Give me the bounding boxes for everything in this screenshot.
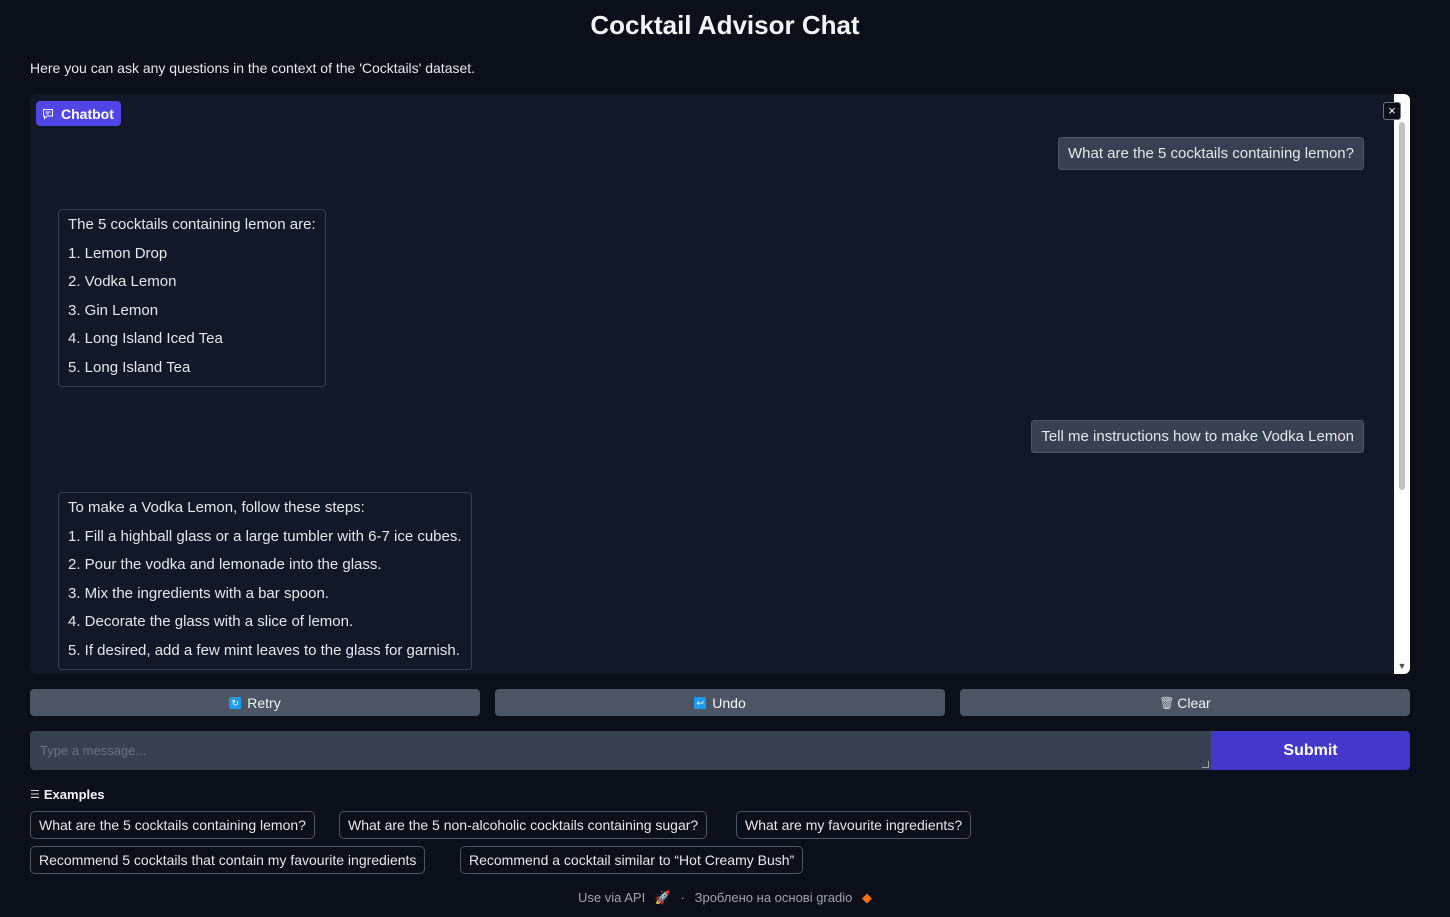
- bot-message-line: 5. If desired, add a few mint leaves to …: [68, 641, 460, 659]
- bot-message-line: 2. Pour the vodka and lemonade into the …: [68, 556, 382, 574]
- page-description: Here you can ask any questions in the co…: [30, 60, 476, 76]
- message-input[interactable]: [30, 731, 1211, 770]
- user-message: Tell me instructions how to make Vodka L…: [1031, 420, 1364, 453]
- bot-message: To make a Vodka Lemon, follow these step…: [58, 492, 472, 670]
- undo-icon: ↩: [694, 696, 707, 709]
- example-button[interactable]: Recommend a cocktail similar to “Hot Cre…: [460, 846, 804, 874]
- chat-scrollbar-thumb[interactable]: [1399, 122, 1405, 490]
- footer: Use via API 🚀 · Зроблено на основі gradi…: [0, 890, 1450, 906]
- retry-button[interactable]: ↻ Retry: [30, 689, 480, 716]
- retry-button-label: Retry: [247, 694, 281, 711]
- example-button[interactable]: What are the 5 cocktails containing lemo…: [30, 811, 315, 839]
- user-message: What are the 5 cocktails containing lemo…: [1058, 137, 1364, 170]
- close-icon[interactable]: ×: [1383, 102, 1401, 120]
- list-icon: ☰: [30, 789, 40, 801]
- undo-button[interactable]: ↩ Undo: [495, 689, 945, 716]
- user-message-text: What are the 5 cocktails containing lemo…: [1068, 145, 1354, 162]
- bot-message-line: 3. Gin Lemon: [68, 301, 159, 319]
- chat-scrollbar[interactable]: ▼: [1394, 94, 1410, 674]
- rocket-icon: 🚀: [654, 890, 672, 905]
- bot-message-line: 4. Decorate the glass with a slice of le…: [68, 613, 354, 631]
- example-button[interactable]: What are the 5 non-alcoholic cocktails c…: [339, 811, 708, 839]
- bot-message-line: 5. Long Island Tea: [68, 358, 191, 376]
- clear-button[interactable]: 🗑 Clear: [960, 689, 1410, 716]
- examples-header: ☰ Examples: [30, 787, 105, 802]
- bot-message-line: To make a Vodka Lemon, follow these step…: [68, 499, 365, 516]
- bot-message-line: 1. Lemon Drop: [68, 244, 168, 262]
- example-button[interactable]: What are my favourite ingredients?: [736, 811, 972, 839]
- user-message-text: Tell me instructions how to make Vodka L…: [1041, 428, 1354, 445]
- built-with-gradio-link[interactable]: Зроблено на основі gradio: [695, 890, 853, 905]
- bot-message-line: 3. Mix the ingredients with a bar spoon.: [68, 584, 329, 602]
- bot-message-line: 4. Long Island Iced Tea: [68, 330, 223, 348]
- undo-button-label: Undo: [712, 694, 746, 711]
- chatbot-label-text: Chatbot: [61, 105, 114, 122]
- examples-label: Examples: [43, 787, 105, 802]
- page-title: Cocktail Advisor Chat: [590, 10, 860, 40]
- bot-message-line: The 5 cocktails containing lemon are:: [68, 216, 316, 233]
- bot-message: The 5 cocktails containing lemon are: 1.…: [58, 209, 326, 387]
- bot-message-line: 1. Fill a highball glass or a large tumb…: [68, 527, 462, 545]
- footer-separator: ·: [680, 890, 685, 905]
- bot-message-line: 2. Vodka Lemon: [68, 273, 177, 291]
- example-button[interactable]: Recommend 5 cocktails that contain my fa…: [30, 846, 426, 874]
- retry-icon: ↻: [229, 696, 242, 709]
- resize-handle[interactable]: [1202, 761, 1209, 768]
- use-via-api-link[interactable]: Use via API: [578, 890, 645, 905]
- chevron-down-icon[interactable]: ▼: [1397, 661, 1407, 671]
- trash-icon: 🗑: [1159, 695, 1175, 710]
- clear-button-label: Clear: [1177, 694, 1211, 711]
- gradio-logo-icon: ◆: [861, 890, 872, 905]
- chatbot-panel: Chatbot What are the 5 cocktails contain…: [30, 94, 1410, 674]
- submit-button[interactable]: Submit: [1211, 731, 1410, 770]
- chat-bubble-icon: [43, 108, 53, 120]
- chatbot-label: Chatbot: [36, 101, 121, 126]
